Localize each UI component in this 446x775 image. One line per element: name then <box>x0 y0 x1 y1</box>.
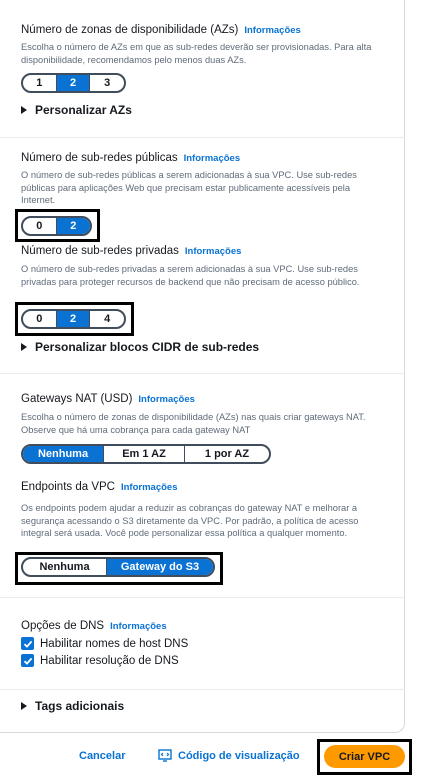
public-subnets-info-link[interactable]: Informações <box>184 153 241 164</box>
azs-option-1[interactable]: 1 <box>23 75 57 91</box>
cancel-button[interactable]: Cancelar <box>79 750 125 762</box>
divider <box>0 137 405 138</box>
nat-option-per-az[interactable]: 1 por AZ <box>185 446 269 462</box>
nat-info-link[interactable]: Informações <box>138 394 195 405</box>
nat-gateways-label: Gateways NAT (USD) Informações <box>21 393 195 405</box>
endpoints-info-link[interactable]: Informações <box>121 482 178 493</box>
check-icon <box>23 640 32 648</box>
azs-option-3[interactable]: 3 <box>90 75 124 91</box>
divider <box>0 689 405 690</box>
private-subnets-highlight-box <box>15 302 134 336</box>
azs-label: Número de zonas de disponibilidade (AZs)… <box>21 24 301 36</box>
public-subnets-highlight-box <box>15 209 100 242</box>
caret-right-icon <box>21 702 27 710</box>
vpc-settings-panel: Número de zonas de disponibilidade (AZs)… <box>0 0 405 733</box>
azs-info-link[interactable]: Informações <box>244 25 301 36</box>
create-vpc-highlight-box <box>317 739 412 775</box>
private-subnets-info-link[interactable]: Informações <box>185 246 242 257</box>
dns-resolution-checkbox-row[interactable]: Habilitar resolução de DNS <box>21 654 179 667</box>
azs-segmented-control[interactable]: 1 2 3 <box>21 73 126 93</box>
vpc-endpoints-label: Endpoints da VPC Informações <box>21 481 178 493</box>
endpoints-highlight-box <box>15 552 223 585</box>
private-subnets-description: O número de sub-redes privadas a serem a… <box>21 264 360 287</box>
additional-tags-expander[interactable]: Tags adicionais <box>21 699 124 713</box>
dns-hostnames-checkbox-row[interactable]: Habilitar nomes de host DNS <box>21 637 188 650</box>
code-preview-icon <box>158 749 172 762</box>
private-subnets-label: Número de sub-redes privadas Informações <box>21 245 242 257</box>
customize-azs-expander[interactable]: Personalizar AZs <box>21 103 132 117</box>
caret-right-icon <box>21 343 27 351</box>
dns-info-link[interactable]: Informações <box>110 621 167 632</box>
azs-description: Escolha o número de AZs em que as sub-re… <box>21 42 372 65</box>
public-subnets-description: O número de sub-redes públicas a serem a… <box>21 170 357 205</box>
divider <box>0 373 405 374</box>
public-subnets-label: Número de sub-redes públicas Informações <box>21 152 241 164</box>
preview-code-button[interactable]: Código de visualização <box>158 749 300 762</box>
nat-segmented-control[interactable]: Nenhuma Em 1 AZ 1 por AZ <box>21 444 271 464</box>
dns-hostnames-checkbox[interactable] <box>21 637 34 650</box>
nat-description: Escolha o número de zonas de disponibili… <box>21 412 366 435</box>
caret-right-icon <box>21 106 27 114</box>
dns-resolution-checkbox[interactable] <box>21 654 34 667</box>
azs-option-2[interactable]: 2 <box>56 75 91 91</box>
nat-option-none[interactable]: Nenhuma <box>23 446 104 462</box>
check-icon <box>23 657 32 665</box>
dns-options-label: Opções de DNS Informações <box>21 620 167 632</box>
divider <box>0 597 405 598</box>
customize-cidr-expander[interactable]: Personalizar blocos CIDR de sub-redes <box>21 340 259 354</box>
endpoints-description: Os endpoints podem ajudar a reduzir as c… <box>21 503 359 538</box>
nat-option-1-az[interactable]: Em 1 AZ <box>104 446 185 462</box>
